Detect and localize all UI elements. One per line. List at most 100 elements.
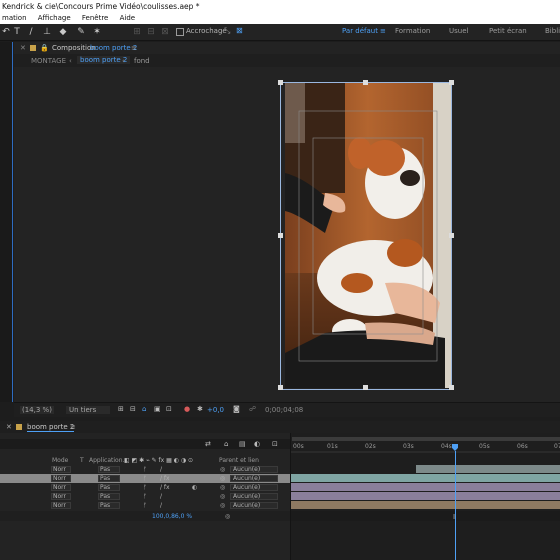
- transform-handle[interactable]: [278, 385, 283, 390]
- mask-path-icon[interactable]: ⌂: [142, 405, 146, 413]
- layer-search-bar[interactable]: [0, 439, 290, 449]
- text-tool-icon[interactable]: T: [12, 27, 22, 37]
- show-snapshot-icon[interactable]: ☍: [249, 405, 256, 413]
- transparency-grid-icon[interactable]: ▣: [154, 405, 161, 413]
- workspace-formation[interactable]: Formation: [395, 27, 430, 35]
- puppet-pin-tool-icon[interactable]: ✶: [92, 27, 102, 37]
- ruler-tick: 07: [554, 443, 560, 450]
- work-area-bar[interactable]: [292, 437, 560, 441]
- close-icon[interactable]: ✕: [20, 44, 26, 52]
- layer-bar[interactable]: [291, 492, 560, 500]
- panel-menu-icon[interactable]: ≡: [131, 44, 137, 52]
- snap-options-icon[interactable]: ⤡: [224, 26, 230, 36]
- workspace-default[interactable]: Par défaut: [342, 27, 378, 35]
- transform-handle[interactable]: [449, 233, 454, 238]
- quality-icon: /: [160, 502, 163, 509]
- color-channel-icon[interactable]: ●: [184, 405, 190, 413]
- breadcrumb-next[interactable]: fond: [134, 57, 150, 65]
- pickwhip-icon: ◎: [220, 502, 226, 509]
- layer-bar[interactable]: [291, 474, 560, 482]
- lock-icon[interactable]: 🔒: [40, 44, 49, 52]
- transform-handle[interactable]: [449, 385, 454, 390]
- menu-affichage[interactable]: Affichage: [36, 13, 71, 22]
- adjustment-icon: ◐: [192, 484, 198, 491]
- menu-fenetre[interactable]: Fenêtre: [80, 13, 108, 22]
- comp-color-swatch: [30, 45, 36, 51]
- fit-icon[interactable]: ⊡: [166, 405, 172, 413]
- axis-local-icon[interactable]: ⊞: [132, 27, 142, 37]
- table-row[interactable]: Norr Pas ᚠ / fx ◐ ◎ Aucun(e): [0, 483, 290, 492]
- rotate-tool-icon[interactable]: ↶: [1, 27, 11, 37]
- current-timecode[interactable]: 0;00;04;08: [265, 406, 303, 414]
- menu-animation[interactable]: mation: [0, 13, 27, 22]
- composition-header: ✕ 🔒 Composition boom porte 2 ≡: [14, 42, 560, 54]
- layer-bar[interactable]: [416, 465, 560, 473]
- frame-blending-icon[interactable]: ▤: [239, 440, 246, 448]
- transform-handle[interactable]: [278, 233, 283, 238]
- ruler-tick: 01s: [327, 443, 338, 450]
- layer-selection-box[interactable]: [280, 82, 452, 390]
- clone-stamp-tool-icon[interactable]: ⊥: [42, 27, 52, 37]
- chevron-left-icon[interactable]: ‹: [122, 57, 125, 65]
- brush-tool-icon[interactable]: /: [26, 27, 36, 37]
- menu-aide[interactable]: Aide: [118, 13, 135, 22]
- quality-icon: / fx: [160, 484, 170, 491]
- comp-flowchart-icon[interactable]: ⇄: [205, 440, 211, 448]
- ruler-tick: 04s: [441, 443, 452, 450]
- shy-icon: ᚠ: [143, 466, 147, 473]
- scale-value[interactable]: 100,0,86,0 %: [152, 513, 192, 520]
- shy-icon: ᚠ: [143, 493, 147, 500]
- transform-handle[interactable]: [449, 80, 454, 85]
- workspace-library[interactable]: Bibliot: [545, 27, 560, 35]
- snap-grid-icon[interactable]: ⊠: [236, 26, 243, 35]
- close-icon[interactable]: ✕: [6, 423, 12, 431]
- zoom-dropdown[interactable]: (14,3 %): [20, 406, 54, 414]
- workspace-usuel[interactable]: Usuel: [449, 27, 468, 35]
- grid-icon[interactable]: ⊟: [130, 405, 136, 413]
- transform-handle[interactable]: [278, 80, 283, 85]
- timeline-tab[interactable]: boom porte 2: [27, 423, 75, 432]
- ruler-tick: 05s: [479, 443, 490, 450]
- menu-bar: mation Affichage Fenêtre Aide: [0, 13, 560, 24]
- exposure-icon[interactable]: ✱: [197, 405, 203, 413]
- timeline-header: ✕ boom porte 2 ≡: [0, 421, 560, 433]
- property-track: [291, 511, 560, 521]
- workspace-small-screen[interactable]: Petit écran: [489, 27, 527, 35]
- layer-bar[interactable]: [291, 483, 560, 491]
- motion-blur-icon[interactable]: ◐: [254, 440, 260, 448]
- snap-checkbox[interactable]: [176, 28, 184, 36]
- column-parent: Parent et lien: [219, 457, 259, 464]
- ruler-tick: 00s: [293, 443, 304, 450]
- workspace-menu-icon[interactable]: ≡: [380, 27, 386, 35]
- panel-menu-icon[interactable]: ≡: [70, 423, 76, 431]
- eraser-tool-icon[interactable]: ◆: [58, 27, 68, 37]
- ruler-line: [291, 451, 560, 453]
- axis-view-icon[interactable]: ⊠: [160, 27, 170, 37]
- table-row[interactable]: Norr Pas ᚠ / ◎ Aucun(e): [0, 501, 290, 510]
- pickwhip-icon: ◎: [220, 484, 226, 491]
- layer-bar[interactable]: [291, 501, 560, 509]
- table-row[interactable]: Norr Pas ᚠ / ◎ Aucun(e): [0, 465, 290, 474]
- project-panel: [0, 42, 13, 402]
- graph-editor-icon[interactable]: ⊡: [272, 440, 278, 448]
- resolution-dropdown[interactable]: Un tiers: [66, 406, 110, 414]
- transform-handle[interactable]: [363, 385, 368, 390]
- roto-brush-tool-icon[interactable]: ✎: [76, 27, 86, 37]
- table-row[interactable]: Norr Pas ᚠ / ◎ Aucun(e): [0, 492, 290, 501]
- transform-handle[interactable]: [363, 80, 368, 85]
- draft-3d-icon[interactable]: ⌂: [224, 440, 228, 448]
- exposure-value[interactable]: +0,0: [207, 406, 224, 414]
- pickwhip-icon: ◎: [220, 493, 226, 500]
- playhead-line[interactable]: [455, 451, 456, 560]
- snap-label: Accrochage: [186, 27, 227, 35]
- snapshot-camera-icon[interactable]: ◙: [233, 405, 240, 413]
- table-row[interactable]: Norr Pas ᚠ / fx ◎ Aucun(e): [0, 474, 290, 483]
- region-of-interest-icon[interactable]: ⊞: [118, 405, 124, 413]
- quality-icon: /: [160, 493, 163, 500]
- comp-color-swatch: [16, 424, 22, 430]
- montage-label[interactable]: MONTAGE: [31, 57, 66, 65]
- column-track-matte: T: [80, 457, 84, 464]
- axis-world-icon[interactable]: ⊟: [146, 27, 156, 37]
- chevron-left-icon[interactable]: ‹: [69, 57, 72, 65]
- pickwhip-icon[interactable]: ◎: [225, 513, 230, 520]
